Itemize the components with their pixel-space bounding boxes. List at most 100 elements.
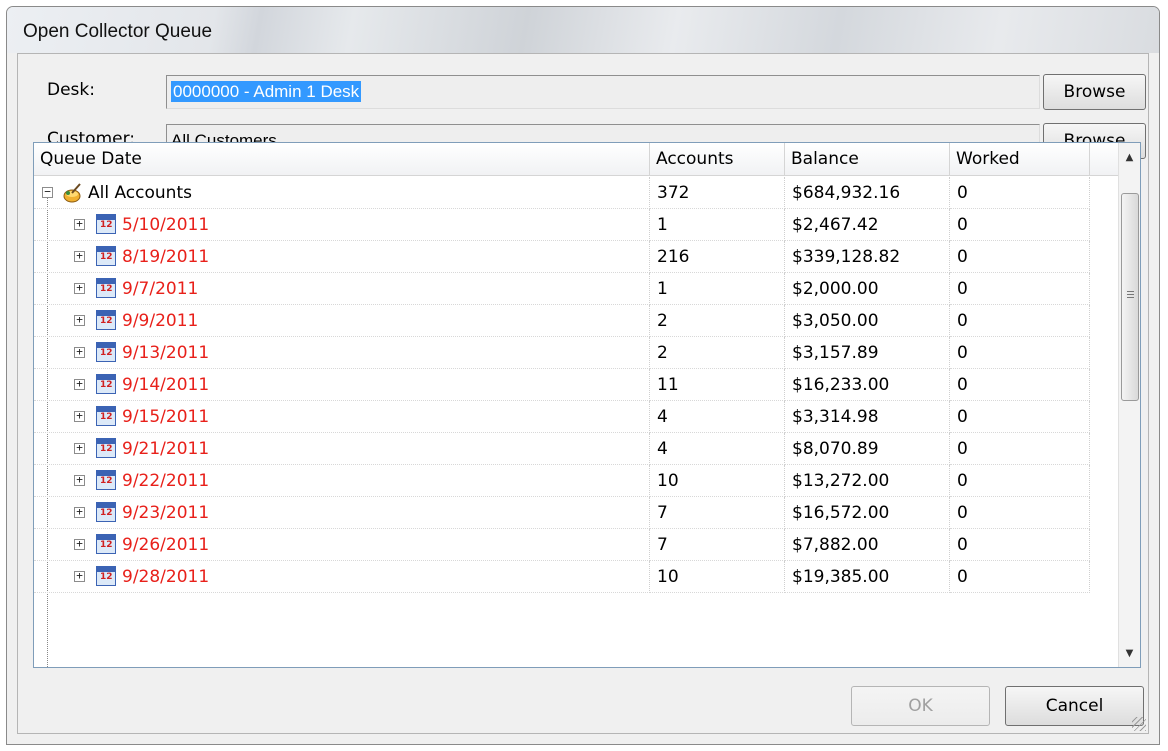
- dialog-title: Open Collector Queue: [23, 21, 213, 42]
- calendar-icon-day: 12: [100, 572, 113, 582]
- calendar-icon-day: 12: [100, 316, 113, 326]
- calendar-icon: 12: [96, 566, 116, 586]
- balance-cell: $3,157.89: [785, 337, 950, 369]
- expand-icon[interactable]: +: [74, 506, 85, 518]
- tree-row[interactable]: +12 9/21/2011 4 $8,070.89 0: [34, 433, 1104, 465]
- worked-cell: 0: [950, 337, 1090, 369]
- balance-cell: $19,385.00: [785, 561, 950, 593]
- collapse-icon[interactable]: −: [42, 186, 53, 198]
- queue-date-cell: +12 9/26/2011: [34, 529, 650, 561]
- queue-date-cell: +12 9/7/2011: [34, 273, 650, 305]
- calendar-icon: 12: [96, 246, 116, 266]
- calendar-icon-day: 12: [100, 348, 113, 358]
- calendar-icon-day: 12: [100, 380, 113, 390]
- calendar-icon-day: 12: [100, 508, 113, 518]
- root-cell: − All Accounts: [34, 177, 650, 209]
- accounts-cell: 1: [650, 273, 785, 305]
- expand-icon[interactable]: +: [74, 570, 85, 582]
- desk-browse-button[interactable]: Browse: [1043, 74, 1146, 110]
- queue-date-cell: +12 8/19/2011: [34, 241, 650, 273]
- balance-cell: $7,882.00: [785, 529, 950, 561]
- calendar-icon: 12: [96, 438, 116, 458]
- tree-root-row[interactable]: − All Accounts 372 $684,932.16 0: [34, 177, 1104, 209]
- balance-cell: $339,128.82: [785, 241, 950, 273]
- open-collector-queue-dialog: Open Collector Queue Desk: 0000000 - Adm…: [6, 6, 1160, 745]
- queue-date-cell: +12 9/23/2011: [34, 497, 650, 529]
- calendar-icon: 12: [96, 406, 116, 426]
- worked-cell: 0: [950, 273, 1090, 305]
- resize-grip[interactable]: [1132, 717, 1146, 731]
- queue-date-label: 9/28/2011: [122, 567, 210, 587]
- column-header-balance[interactable]: Balance: [785, 143, 950, 176]
- expand-icon[interactable]: +: [74, 378, 85, 390]
- calendar-icon: 12: [96, 470, 116, 490]
- tree-row[interactable]: +12 8/19/2011 216 $339,128.82 0: [34, 241, 1104, 273]
- calendar-icon: 12: [96, 502, 116, 522]
- accounts-cell: 11: [650, 369, 785, 401]
- scroll-up-arrow-icon[interactable]: ▲: [1119, 147, 1140, 169]
- expand-icon[interactable]: +: [74, 474, 85, 486]
- tree-row[interactable]: +12 9/7/2011 1 $2,000.00 0: [34, 273, 1104, 305]
- tree-row[interactable]: +12 9/15/2011 4 $3,314.98 0: [34, 401, 1104, 433]
- column-header-queue-date[interactable]: Queue Date: [34, 143, 650, 176]
- accounts-cell: 1: [650, 209, 785, 241]
- calendar-icon: 12: [96, 342, 116, 362]
- queue-date-label: 9/26/2011: [122, 535, 210, 555]
- expand-icon[interactable]: +: [74, 410, 85, 422]
- queue-date-label: 9/14/2011: [122, 375, 210, 395]
- ok-button[interactable]: OK: [851, 686, 990, 726]
- calendar-icon: 12: [96, 374, 116, 394]
- accounts-cell: 7: [650, 529, 785, 561]
- expand-icon[interactable]: +: [74, 218, 85, 230]
- desk-field[interactable]: 0000000 - Admin 1 Desk: [166, 75, 1040, 109]
- accounts-cell: 10: [650, 465, 785, 497]
- queue-date-cell: +12 9/22/2011: [34, 465, 650, 497]
- root-label: All Accounts: [88, 183, 192, 203]
- balance-cell: $3,050.00: [785, 305, 950, 337]
- desk-value: 0000000 - Admin 1 Desk: [171, 81, 362, 102]
- scroll-down-arrow-icon[interactable]: ▼: [1119, 643, 1140, 665]
- calendar-icon: 12: [96, 278, 116, 298]
- queue-date-label: 9/15/2011: [122, 407, 210, 427]
- accounts-cell: 2: [650, 305, 785, 337]
- calendar-icon-day: 12: [100, 252, 113, 262]
- queue-date-cell: +12 9/13/2011: [34, 337, 650, 369]
- tree-row[interactable]: +12 5/10/2011 1 $2,467.42 0: [34, 209, 1104, 241]
- title-bar[interactable]: Open Collector Queue: [7, 7, 1159, 53]
- expand-icon[interactable]: +: [74, 346, 85, 358]
- queue-date-label: 9/21/2011: [122, 439, 210, 459]
- tree-row[interactable]: +12 9/26/2011 7 $7,882.00 0: [34, 529, 1104, 561]
- column-header-worked[interactable]: Worked: [950, 143, 1090, 176]
- scroll-thumb[interactable]: [1121, 193, 1139, 401]
- worked-cell: 0: [950, 369, 1090, 401]
- worked-cell: 0: [950, 241, 1090, 273]
- queue-date-label: 9/9/2011: [122, 311, 199, 331]
- accounts-cell: 10: [650, 561, 785, 593]
- expand-icon[interactable]: +: [74, 442, 85, 454]
- scroll-grip-icon: [1127, 291, 1134, 298]
- tree-row[interactable]: +12 9/13/2011 2 $3,157.89 0: [34, 337, 1104, 369]
- vertical-scrollbar[interactable]: ▲ ▼: [1118, 143, 1140, 667]
- tree-row[interactable]: +12 9/23/2011 7 $16,572.00 0: [34, 497, 1104, 529]
- tree-row[interactable]: +12 9/28/2011 10 $19,385.00 0: [34, 561, 1104, 593]
- accounts-cell: 216: [650, 241, 785, 273]
- calendar-icon-day: 12: [100, 412, 113, 422]
- queue-date-label: 9/22/2011: [122, 471, 210, 491]
- expand-icon[interactable]: +: [74, 314, 85, 326]
- balance-cell: $2,467.42: [785, 209, 950, 241]
- expand-icon[interactable]: +: [74, 538, 85, 550]
- queue-date-cell: +12 5/10/2011: [34, 209, 650, 241]
- queue-date-cell: +12 9/21/2011: [34, 433, 650, 465]
- expand-icon[interactable]: +: [74, 250, 85, 262]
- worked-cell: 0: [950, 561, 1090, 593]
- cancel-button[interactable]: Cancel: [1005, 686, 1144, 726]
- worked-cell: 0: [950, 433, 1090, 465]
- balance-cell: $2,000.00: [785, 273, 950, 305]
- column-header-accounts[interactable]: Accounts: [650, 143, 785, 176]
- calendar-icon-day: 12: [100, 220, 113, 230]
- expand-icon[interactable]: +: [74, 282, 85, 294]
- tree-row[interactable]: +12 9/22/2011 10 $13,272.00 0: [34, 465, 1104, 497]
- root-worked: 0: [950, 177, 1090, 209]
- tree-row[interactable]: +12 9/9/2011 2 $3,050.00 0: [34, 305, 1104, 337]
- tree-row[interactable]: +12 9/14/2011 11 $16,233.00 0: [34, 369, 1104, 401]
